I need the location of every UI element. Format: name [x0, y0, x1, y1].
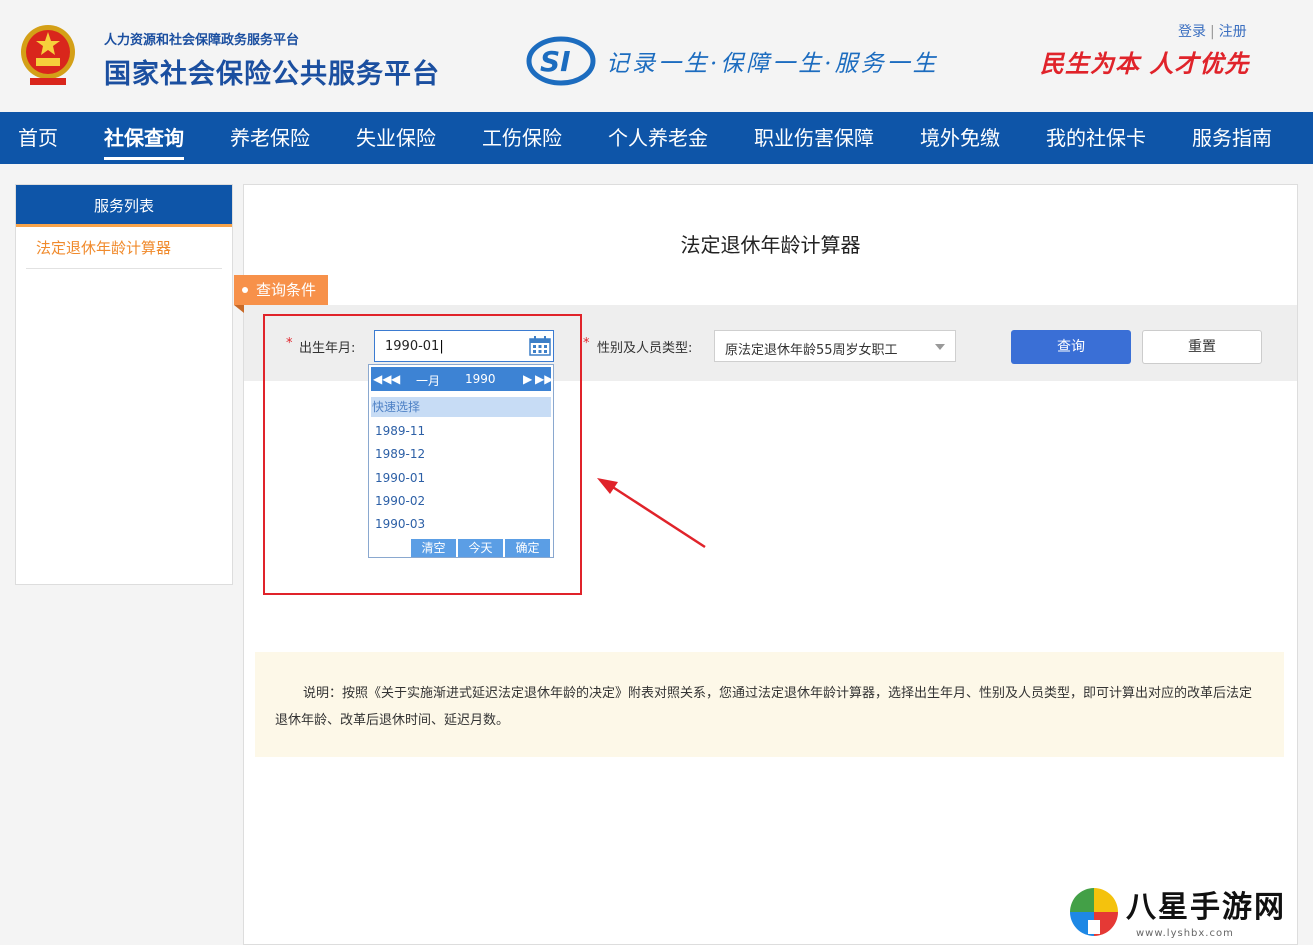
chevron-down-icon — [935, 344, 945, 350]
watermark-url: www.lyshbx.com — [1136, 928, 1234, 939]
required-mark: * — [583, 336, 590, 351]
sidebar-item-retirement-calculator[interactable]: 法定退休年龄计算器 — [26, 227, 222, 269]
watermark-logo-icon — [1070, 888, 1118, 936]
auth-links: 登录 | 注册 — [1178, 21, 1247, 41]
person-type-select[interactable]: 原法定退休年龄55周岁女职工 — [714, 330, 956, 362]
slogan: 记录一生·保障一生·服务一生 — [606, 51, 939, 77]
type-label: 性别及人员类型: — [597, 341, 693, 356]
page-title: 法定退休年龄计算器 — [680, 233, 861, 257]
national-emblem-icon — [21, 25, 75, 85]
site-title[interactable]: 国家社会保险公共服务平台 — [104, 52, 440, 91]
nav-item-injury[interactable]: 工伤保险 — [482, 112, 562, 164]
nav-item-pension[interactable]: 养老保险 — [230, 112, 310, 164]
watermark: 八星手游网 www.lyshbx.com — [1064, 880, 1310, 942]
query-conditions-tag: 查询条件 — [234, 275, 329, 313]
main-nav: 首页 社保查询 养老保险 失业保险 工伤保险 个人养老金 职业伤害保障 境外免缴… — [0, 112, 1313, 164]
nav-item-unemployment[interactable]: 失业保险 — [356, 112, 436, 164]
annotation-arrow-icon — [597, 478, 706, 549]
register-link[interactable]: 注册 — [1219, 24, 1247, 40]
explanation-note: 说明：按照《关于实施渐进式延迟法定退休年龄的决定》附表对照关系，您通过法定退休年… — [255, 652, 1284, 757]
auth-separator: | — [1210, 24, 1215, 40]
nav-item-service-guide[interactable]: 服务指南 — [1192, 112, 1272, 164]
annotation-highlight-box — [263, 314, 582, 595]
site-header: 人力资源和社会保障政务服务平台 国家社会保险公共服务平台 SI 记录一生·保障一… — [0, 0, 1313, 112]
nav-item-occupational-injury[interactable]: 职业伤害保障 — [754, 112, 874, 164]
nav-item-my-card[interactable]: 我的社保卡 — [1046, 112, 1146, 164]
watermark-text: 八星手游网 — [1126, 890, 1286, 925]
query-button[interactable]: 查询 — [1011, 330, 1131, 364]
sidebar: 服务列表 法定退休年龄计算器 — [15, 184, 233, 585]
nav-item-personal-pension[interactable]: 个人养老金 — [608, 112, 708, 164]
nav-item-overseas-exempt[interactable]: 境外免缴 — [920, 112, 1000, 164]
login-link[interactable]: 登录 — [1178, 24, 1206, 40]
nav-item-social-query[interactable]: 社保查询 — [104, 112, 184, 164]
nav-item-home[interactable]: 首页 — [18, 112, 58, 164]
sidebar-heading: 服务列表 — [16, 185, 232, 227]
reset-button[interactable]: 重置 — [1142, 330, 1262, 364]
si-logo-text: SI — [540, 45, 571, 78]
si-logo-icon: SI — [526, 36, 596, 86]
motto: 民生为本 人才优先 — [1040, 49, 1250, 78]
person-type-value: 原法定退休年龄55周岁女职工 — [725, 343, 898, 358]
site-subtitle: 人力资源和社会保障政务服务平台 — [104, 33, 300, 48]
